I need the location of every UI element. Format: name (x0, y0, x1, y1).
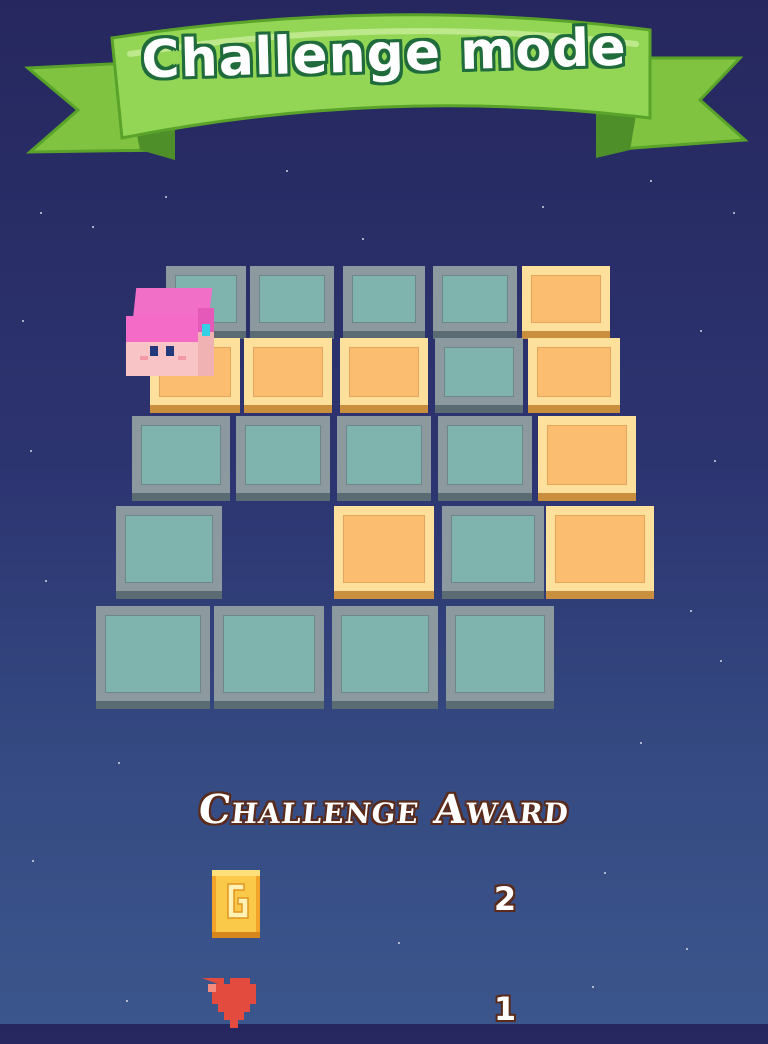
board-tile[interactable] (340, 338, 428, 413)
board-tile[interactable] (334, 506, 434, 599)
player-eye-right (166, 346, 174, 356)
reward-row-heart: 1 (0, 964, 768, 1044)
reward-row-coin: 2 (0, 866, 768, 946)
board-tile[interactable] (96, 606, 210, 709)
board-tile[interactable] (538, 416, 636, 501)
heart-count: 1 (493, 990, 517, 1028)
board-tile[interactable] (433, 266, 517, 339)
player-eye-left (150, 346, 158, 356)
board-tile[interactable] (250, 266, 334, 339)
player-hairline (126, 334, 198, 342)
board-tile[interactable] (435, 338, 523, 413)
board-tile[interactable] (332, 606, 438, 709)
challenge-award-title: Challenge Award (196, 786, 572, 833)
player-blush-right (178, 356, 186, 360)
board-tile[interactable] (442, 506, 544, 599)
heart-icon (202, 978, 256, 1028)
board-tile[interactable] (522, 266, 610, 339)
board-tile[interactable] (528, 338, 620, 413)
game-board[interactable] (0, 0, 768, 730)
coin-count: 2 (493, 880, 517, 918)
board-tile[interactable] (244, 338, 332, 413)
board-tile[interactable] (116, 506, 222, 599)
board-tile[interactable] (343, 266, 425, 339)
player-character[interactable] (126, 288, 216, 376)
board-tile[interactable] (337, 416, 431, 501)
player-blush-left (140, 356, 148, 360)
board-tile[interactable] (546, 506, 654, 599)
gold-coin-icon (212, 870, 260, 938)
hair-accent (202, 324, 210, 336)
board-tile[interactable] (236, 416, 330, 501)
board-tile[interactable] (214, 606, 324, 709)
board-tile[interactable] (446, 606, 554, 709)
player-side (198, 308, 214, 376)
board-tile[interactable] (438, 416, 532, 501)
board-tile[interactable] (132, 416, 230, 501)
player-face (126, 316, 198, 376)
